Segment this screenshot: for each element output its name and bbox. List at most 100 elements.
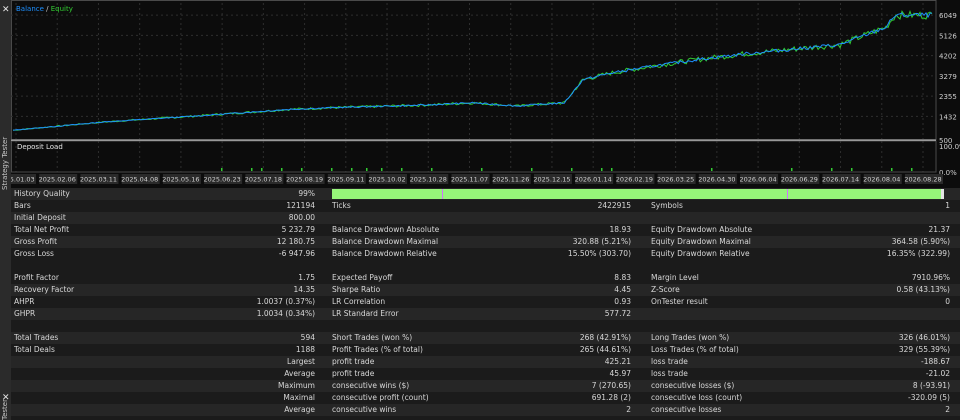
y-tick-label: 6049 xyxy=(939,12,957,20)
x-tick-label: 2026.07.14 xyxy=(822,176,859,184)
balance-line xyxy=(12,11,933,131)
history-quality-value: 99% xyxy=(298,189,315,198)
strategy-tester-tab[interactable]: Strategy Tester xyxy=(1,137,10,190)
deposit-load-mark xyxy=(791,168,793,171)
report-cell-av: Largest xyxy=(287,357,315,366)
report-cell-a xyxy=(14,404,164,416)
close-icon[interactable]: ✕ xyxy=(2,6,10,15)
report-cell-bv: 425.21 xyxy=(604,357,631,366)
report-cell-bv: 577.72 xyxy=(604,309,631,318)
report-cell-a: AHPR xyxy=(14,297,35,306)
report-row: Gross Loss -6 947.96 Balance Drawdown Rela… xyxy=(11,248,960,260)
report-row: Maximum consecutive wins ($) 7 (270.65) con… xyxy=(11,380,960,392)
x-tick-label: 2025.03.11 xyxy=(80,176,117,184)
report-cell-cv: 21.37 xyxy=(928,225,950,234)
x-tick-label: 2026.03.25 xyxy=(657,176,694,184)
report-cell-av: 12 180.75 xyxy=(276,237,315,246)
report-cell-av: 1.0037 (0.37%) xyxy=(256,297,315,306)
deposit-load-mark xyxy=(366,168,368,171)
report-cell-a xyxy=(14,356,164,368)
report-cell-cv: 7910.96% xyxy=(911,273,950,282)
x-tick-label: 2025.02.06 xyxy=(39,176,76,184)
report-cell-bv: 8.83 xyxy=(614,273,631,282)
x-tick-label: 2026.06.04 xyxy=(739,176,776,184)
report-row: Total Net Profit 5 232.79 Balance Drawdown… xyxy=(11,224,960,236)
x-tick-label: 2026.01.14 xyxy=(575,176,612,184)
report-cell-av: -6 947.96 xyxy=(278,249,315,258)
report-cell-bv: 2 xyxy=(626,405,631,414)
y-tick-label: 2355 xyxy=(939,93,957,101)
report-cell-av: Maximal xyxy=(283,393,315,402)
report-table: History Quality 99% Bars 121194 Ticks 2422915… xyxy=(11,188,960,420)
report-row: Average consecutive wins 2 consecutive loss… xyxy=(11,404,960,416)
y-tick-500: 500 xyxy=(939,137,952,145)
report-cell-cv: 329 (55.39%) xyxy=(898,345,950,354)
y-tick-label: 5126 xyxy=(939,32,957,40)
report-cell-a xyxy=(14,392,164,404)
report-cell-av: Maximum xyxy=(278,381,315,390)
history-quality-row: History Quality 99% xyxy=(11,188,960,200)
report-cell-a xyxy=(14,368,164,380)
report-cell-a: Total Net Profit xyxy=(14,225,70,234)
deposit-load-mark xyxy=(711,168,713,171)
report-row: Profit Factor 1.75 Expected Payoff 8.83 Marg… xyxy=(11,272,960,284)
report-cell-a: Bars xyxy=(14,201,31,210)
deposit-load-mark xyxy=(281,168,283,171)
tester-tab-bottom[interactable]: Tester xyxy=(1,399,10,420)
deposit-load-mark xyxy=(221,168,223,171)
report-cell-bv: 15.50% (303.70) xyxy=(567,249,631,258)
deposit-load-mark xyxy=(301,168,303,171)
report-cell-bv: 2422915 xyxy=(597,201,631,210)
report-cell-a: Gross Loss xyxy=(14,249,54,258)
report-row: Average profit trade 45.97 loss trade -21.02 xyxy=(11,368,960,380)
report-cell-a: Initial Deposit xyxy=(14,213,66,222)
report-cell-cv: 8 (-93.91) xyxy=(912,381,950,390)
report-cell-a xyxy=(14,380,164,392)
deposit-load-mark xyxy=(351,168,353,171)
balance-equity-chart: 604951264202327923551432100.0%0.0%500202… xyxy=(11,0,960,188)
deposit-load-mark xyxy=(611,168,613,171)
x-tick-label: 2025.01.03 xyxy=(11,176,35,184)
y-tick-label: 4202 xyxy=(939,53,957,61)
report-cell-bv: 265 (44.61%) xyxy=(579,345,631,354)
x-tick-label: 2025.06.23 xyxy=(204,176,241,184)
report-row: Total Trades 594 Short Trades (won %) 268 (… xyxy=(11,332,960,344)
report-cell-bv: 268 (42.91%) xyxy=(579,333,631,342)
report-cell-av: 1.0034 (0.34%) xyxy=(256,309,315,318)
deposit-load-mark xyxy=(531,168,533,171)
report-cell-a: GHPR xyxy=(14,309,36,318)
report-row: GHPR 1.0034 (0.34%) LR Standard Error 577.7… xyxy=(11,308,960,320)
x-tick-label: 2026.04.30 xyxy=(698,176,735,184)
report-cell-cv: -21.02 xyxy=(925,369,950,378)
x-tick-label: 2026.02.19 xyxy=(616,176,653,184)
history-quality-bar xyxy=(332,189,944,199)
report-cell-cv xyxy=(748,212,950,224)
report-cell-a: Total Trades xyxy=(14,333,59,342)
report-cell-bv: 320.88 (5.21%) xyxy=(572,237,631,246)
report-cell-av: 1188 xyxy=(295,345,315,354)
deposit-load-mark xyxy=(331,168,333,171)
y-tick-label: 3279 xyxy=(939,73,957,81)
deposit-load-mark xyxy=(891,168,893,171)
report-cell-av: 800.00 xyxy=(288,213,315,222)
x-tick-label: 2025.07.18 xyxy=(245,176,282,184)
x-tick-label: 2026.08.28 xyxy=(904,176,941,184)
deposit-load-mark xyxy=(911,168,913,171)
equity-line xyxy=(12,10,933,131)
report-row: Total Deals 1188 Profit Trades (% of total… xyxy=(11,344,960,356)
report-row: Maximal consecutive profit (count) 691.28 … xyxy=(11,392,960,404)
deposit-load-mark xyxy=(831,168,833,171)
report-cell-av: 1.75 xyxy=(298,273,315,282)
report-cell-av: 5 232.79 xyxy=(281,225,315,234)
x-tick-label: 2025.10.02 xyxy=(368,176,405,184)
report-cell-cv: 16.35% (322.99) xyxy=(886,249,950,258)
report-row: Recovery Factor 14.35 Sharpe Ratio 4.45 Z-Sc… xyxy=(11,284,960,296)
deposit-frame xyxy=(11,140,937,173)
report-cell-cv: 0.58 (43.13%) xyxy=(896,285,950,294)
quality-bar-end xyxy=(941,189,944,199)
deposit-load-mark xyxy=(601,168,603,171)
x-tick-label: 2025.11.07 xyxy=(451,176,488,184)
report-cell-cv: 0 xyxy=(945,297,950,306)
legend-equity: Equity xyxy=(50,5,73,13)
y-tick-label: 1432 xyxy=(939,113,957,121)
